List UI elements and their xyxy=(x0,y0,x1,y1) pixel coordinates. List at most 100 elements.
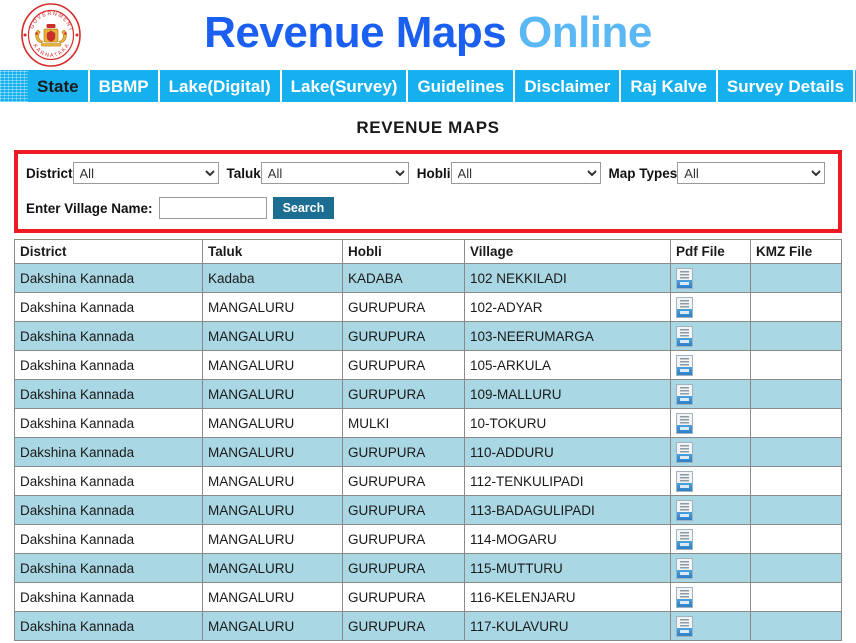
table-row: Dakshina KannadaMANGALURUGURUPURA116-KEL… xyxy=(15,583,842,612)
hobli-select[interactable]: All xyxy=(451,162,601,184)
table-row: Dakshina KannadaMANGALURUGURUPURA110-ADD… xyxy=(15,438,842,467)
table-row: Dakshina KannadaKadabaKADABA102 NEKKILAD… xyxy=(15,264,842,293)
village-name-label: Enter Village Name: xyxy=(26,201,153,216)
pdf-file-icon[interactable] xyxy=(676,413,693,434)
cell-kmz-file xyxy=(751,380,842,409)
table-row: Dakshina KannadaMANGALURUMULKI10-TOKURU xyxy=(15,409,842,438)
main-navigation: State BBMP Lake(Digital) Lake(Survey) Gu… xyxy=(0,70,856,102)
nav-item-state[interactable]: State xyxy=(28,70,90,102)
pdf-file-icon[interactable] xyxy=(676,500,693,521)
village-name-input[interactable] xyxy=(159,197,267,219)
cell-pdf-file xyxy=(671,554,751,583)
nav-item-survey-details[interactable]: Survey Details xyxy=(718,70,855,102)
cell-district: Dakshina Kannada xyxy=(15,409,203,438)
cell-kmz-file xyxy=(751,525,842,554)
nav-item-lake-digital[interactable]: Lake(Digital) xyxy=(160,70,282,102)
nav-item-lake-survey[interactable]: Lake(Survey) xyxy=(282,70,409,102)
table-row: Dakshina KannadaMANGALURUGURUPURA103-NEE… xyxy=(15,322,842,351)
cell-kmz-file xyxy=(751,351,842,380)
site-title-sub: Online xyxy=(518,8,652,57)
cell-pdf-file xyxy=(671,380,751,409)
column-header-village: Village xyxy=(465,240,671,264)
cell-pdf-file xyxy=(671,322,751,351)
cell-hobli: GURUPURA xyxy=(343,438,465,467)
cell-taluk: MANGALURU xyxy=(203,525,343,554)
pdf-file-icon[interactable] xyxy=(676,529,693,550)
table-row: Dakshina KannadaMANGALURUGURUPURA109-MAL… xyxy=(15,380,842,409)
page-title: REVENUE MAPS xyxy=(0,102,856,150)
pdf-file-icon[interactable] xyxy=(676,587,693,608)
site-title-main: Revenue Maps xyxy=(204,8,506,57)
cell-kmz-file xyxy=(751,496,842,525)
cell-kmz-file xyxy=(751,322,842,351)
cell-kmz-file xyxy=(751,409,842,438)
taluk-select[interactable]: All xyxy=(261,162,409,184)
pdf-file-icon[interactable] xyxy=(676,442,693,463)
nav-item-disclaimer[interactable]: Disclaimer xyxy=(515,70,621,102)
cell-taluk: MANGALURU xyxy=(203,496,343,525)
cell-taluk: MANGALURU xyxy=(203,612,343,641)
cell-taluk: Kadaba xyxy=(203,264,343,293)
cell-hobli: MULKI xyxy=(343,409,465,438)
nav-item-bbmp[interactable]: BBMP xyxy=(90,70,160,102)
cell-taluk: MANGALURU xyxy=(203,322,343,351)
results-table-container: District Taluk Hobli Village Pdf File KM… xyxy=(14,239,842,641)
pdf-file-icon[interactable] xyxy=(676,268,693,289)
cell-pdf-file xyxy=(671,351,751,380)
column-header-pdf-file: Pdf File xyxy=(671,240,751,264)
cell-hobli: GURUPURA xyxy=(343,351,465,380)
cell-district: Dakshina Kannada xyxy=(15,525,203,554)
revenue-maps-table: District Taluk Hobli Village Pdf File KM… xyxy=(14,239,842,641)
pdf-file-icon[interactable] xyxy=(676,384,693,405)
cell-taluk: MANGALURU xyxy=(203,351,343,380)
cell-village: 105-ARKULA xyxy=(465,351,671,380)
district-label: District xyxy=(26,166,73,181)
cell-hobli: GURUPURA xyxy=(343,496,465,525)
table-row: Dakshina KannadaMANGALURUGURUPURA102-ADY… xyxy=(15,293,842,322)
district-select[interactable]: All xyxy=(73,162,219,184)
cell-pdf-file xyxy=(671,583,751,612)
cell-village: 10-TOKURU xyxy=(465,409,671,438)
table-row: Dakshina KannadaMANGALURUGURUPURA113-BAD… xyxy=(15,496,842,525)
cell-taluk: MANGALURU xyxy=(203,293,343,322)
cell-district: Dakshina Kannada xyxy=(15,496,203,525)
table-header-row: District Taluk Hobli Village Pdf File KM… xyxy=(15,240,842,264)
search-button[interactable]: Search xyxy=(273,197,335,219)
pdf-file-icon[interactable] xyxy=(676,355,693,376)
cell-district: Dakshina Kannada xyxy=(15,612,203,641)
cell-pdf-file xyxy=(671,293,751,322)
cell-taluk: MANGALURU xyxy=(203,583,343,612)
nav-item-raj-kalve[interactable]: Raj Kalve xyxy=(621,70,718,102)
cell-kmz-file xyxy=(751,554,842,583)
cell-hobli: GURUPURA xyxy=(343,612,465,641)
nav-texture-decoration xyxy=(0,70,28,102)
cell-village: 102-ADYAR xyxy=(465,293,671,322)
cell-kmz-file xyxy=(751,438,842,467)
pdf-file-icon[interactable] xyxy=(676,326,693,347)
table-body: Dakshina KannadaKadabaKADABA102 NEKKILAD… xyxy=(15,264,842,641)
cell-pdf-file xyxy=(671,409,751,438)
nav-item-guidelines[interactable]: Guidelines xyxy=(408,70,515,102)
map-types-select[interactable]: All xyxy=(677,162,825,184)
cell-kmz-file xyxy=(751,264,842,293)
cell-village: 109-MALLURU xyxy=(465,380,671,409)
cell-taluk: MANGALURU xyxy=(203,467,343,496)
pdf-file-icon[interactable] xyxy=(676,471,693,492)
cell-district: Dakshina Kannada xyxy=(15,438,203,467)
cell-hobli: GURUPURA xyxy=(343,322,465,351)
cell-taluk: MANGALURU xyxy=(203,380,343,409)
cell-hobli: GURUPURA xyxy=(343,554,465,583)
column-header-hobli: Hobli xyxy=(343,240,465,264)
cell-village: 117-KULAVURU xyxy=(465,612,671,641)
cell-pdf-file xyxy=(671,496,751,525)
cell-pdf-file xyxy=(671,467,751,496)
cell-kmz-file xyxy=(751,612,842,641)
cell-kmz-file xyxy=(751,293,842,322)
cell-taluk: MANGALURU xyxy=(203,409,343,438)
pdf-file-icon[interactable] xyxy=(676,616,693,637)
pdf-file-icon[interactable] xyxy=(676,297,693,318)
pdf-file-icon[interactable] xyxy=(676,558,693,579)
cell-village: 103-NEERUMARGA xyxy=(465,322,671,351)
column-header-taluk: Taluk xyxy=(203,240,343,264)
cell-district: Dakshina Kannada xyxy=(15,380,203,409)
